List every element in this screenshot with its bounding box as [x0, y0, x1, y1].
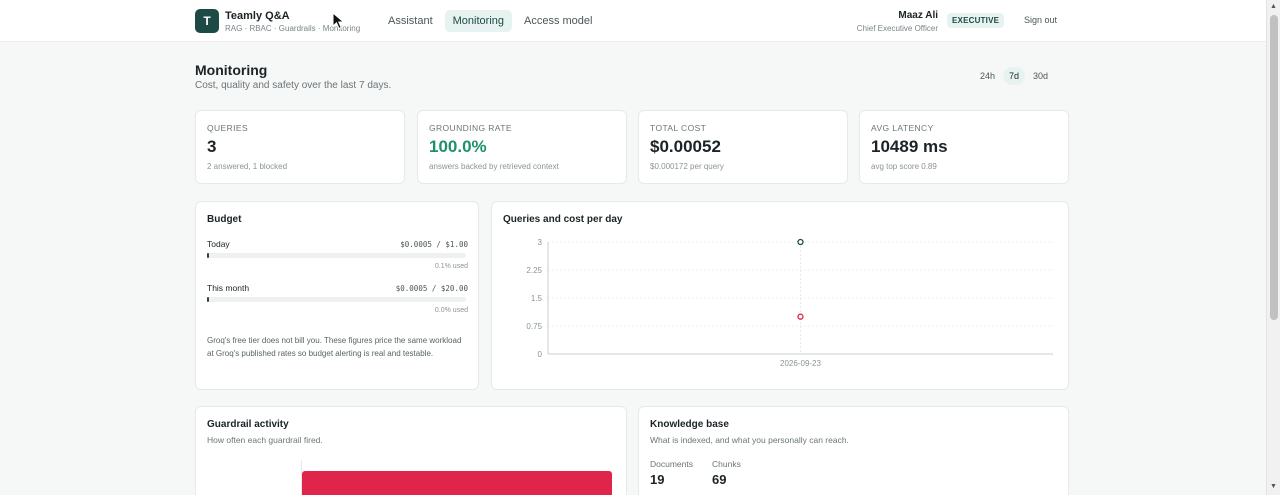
queries-cost-chart-card: Queries and cost per day 0 0.75 1.5 2.25 3 20…: [491, 201, 1069, 390]
sign-out-button[interactable]: Sign out: [1018, 13, 1063, 27]
budget-note: Groq's free tier does not bill you. Thes…: [207, 336, 462, 358]
time-range-selector: 24h 7d 30d: [974, 67, 1054, 85]
range-7d-button[interactable]: 7d: [1003, 67, 1026, 85]
knowledge-subtitle: What is indexed, and what you personally…: [650, 435, 849, 445]
range-24h-button[interactable]: 24h: [974, 67, 1001, 85]
scroll-down-arrow-icon[interactable]: ▼: [1270, 483, 1277, 490]
documents-label: Documents: [650, 459, 693, 469]
page-title: Monitoring: [195, 62, 268, 78]
kpi-label: TOTAL COST: [650, 123, 707, 133]
kpi-card-grounding-rate: GROUNDING RATE 100.0% answers backed by …: [417, 110, 627, 184]
chunks-label: Chunks: [712, 459, 741, 469]
y-tick-label: 0: [538, 350, 543, 359]
guardrail-card: Guardrail activity How often each guardr…: [195, 406, 627, 495]
guardrail-bar: [302, 471, 612, 495]
kpi-value: 10489 ms: [871, 137, 948, 156]
y-tick-label: 2.25: [526, 266, 542, 275]
budget-title: Budget: [207, 214, 242, 225]
tab-monitoring[interactable]: Monitoring: [444, 10, 512, 32]
budget-today-amount: $0.0005 / $1.00: [400, 240, 468, 249]
role-badge: EXECUTIVE: [947, 13, 1005, 28]
kpi-subtext: 2 answered, 1 blocked: [207, 162, 288, 171]
budget-month-progress: [207, 297, 466, 302]
budget-month-amount: $0.0005 / $20.00: [395, 284, 468, 293]
queries-cost-chart: 0 0.75 1.5 2.25 3 2026-09-23: [526, 238, 1053, 368]
kpi-subtext: avg top score 0.89: [871, 162, 937, 171]
kpi-label: GROUNDING RATE: [429, 123, 512, 133]
budget-today-progress-fill: [207, 253, 209, 258]
kpi-card-avg-latency: AVG LATENCY 10489 ms avg top score 0.89: [859, 110, 1069, 184]
mouse-cursor-icon: [332, 12, 345, 30]
guardrail-subtitle: How often each guardrail fired.: [207, 435, 323, 445]
page-subtitle: Cost, quality and safety over the last 7…: [195, 80, 392, 91]
kpi-value: $0.00052: [650, 137, 721, 156]
user-name: Maaz Ali: [898, 10, 938, 21]
series-1-point: [797, 238, 804, 246]
page-scrollbar[interactable]: ▲ ▼: [1266, 0, 1280, 495]
scroll-up-arrow-icon[interactable]: ▲: [1270, 3, 1277, 10]
tab-access-model[interactable]: Access model: [516, 10, 600, 32]
knowledge-base-card: Knowledge base What is indexed, and what…: [638, 406, 1069, 495]
budget-month-label: This month: [207, 283, 250, 293]
tab-assistant[interactable]: Assistant: [380, 10, 441, 32]
user-role: Chief Executive Officer: [856, 24, 938, 33]
kpi-label: AVG LATENCY: [871, 123, 934, 133]
top-bar: T Teamly Q&A RAG · RBAC · Guardrails · M…: [0, 0, 1266, 42]
app-logo[interactable]: T: [195, 9, 219, 33]
y-tick-label: 3: [538, 238, 543, 247]
knowledge-title: Knowledge base: [650, 419, 729, 430]
app-name: Teamly Q&A: [225, 10, 290, 22]
kpi-value: 100.0%: [429, 137, 487, 156]
series-2-point: [797, 313, 804, 320]
budget-today-progress: [207, 253, 466, 258]
y-tick-label: 1.5: [531, 294, 543, 303]
guardrail-title: Guardrail activity: [207, 419, 289, 430]
chunks-value: 69: [712, 472, 727, 487]
kpi-card-queries: QUERIES 3 2 answered, 1 blocked: [195, 110, 405, 184]
main-nav: Assistant Monitoring Access model: [380, 10, 600, 32]
budget-today-used: 0.1% used: [434, 263, 468, 270]
documents-value: 19: [650, 472, 665, 487]
x-tick-label: 2026-09-23: [780, 359, 821, 368]
range-30d-button[interactable]: 30d: [1027, 67, 1054, 85]
kpi-subtext: $0.000172 per query: [650, 162, 724, 171]
scroll-thumb[interactable]: [1270, 15, 1278, 320]
kpi-subtext: answers backed by retrieved context: [429, 162, 559, 171]
kpi-value: 3: [207, 137, 217, 156]
y-tick-label: 0.75: [526, 322, 542, 331]
budget-today-label: Today: [207, 239, 230, 249]
budget-card: Budget Today $0.0005 / $1.00 0.1% used T…: [195, 201, 479, 390]
kpi-card-total-cost: TOTAL COST $0.00052 $0.000172 per query: [638, 110, 848, 184]
budget-month-used: 0.0% used: [434, 307, 468, 314]
kpi-label: QUERIES: [207, 123, 249, 133]
budget-month-progress-fill: [207, 297, 209, 302]
